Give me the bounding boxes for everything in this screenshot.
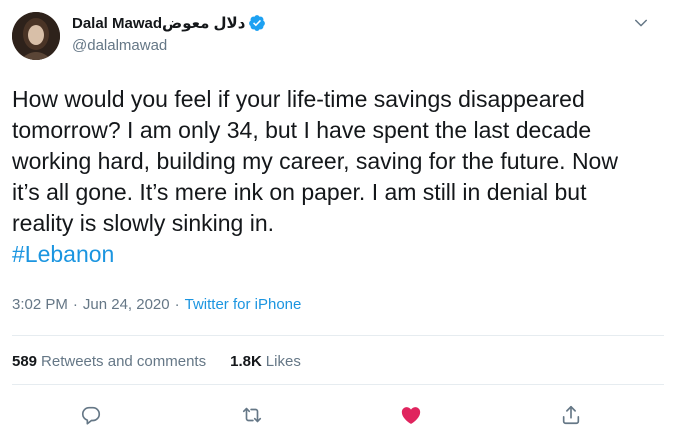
action-bar xyxy=(0,400,674,432)
likes-stat[interactable]: 1.8K Likes xyxy=(230,353,301,370)
share-icon[interactable] xyxy=(560,404,582,426)
retweets-count: 589 xyxy=(12,353,38,370)
heart-icon[interactable] xyxy=(400,404,422,426)
retweets-stat[interactable]: 589 Retweets and comments xyxy=(12,353,206,370)
retweet-icon[interactable] xyxy=(241,404,263,426)
tweet-body: How would you feel if your life-time sav… xyxy=(12,86,618,236)
divider xyxy=(12,335,664,336)
likes-count: 1.8K xyxy=(230,353,262,370)
tweet-time[interactable]: 3:02 PM xyxy=(12,296,68,313)
author-display-name[interactable]: Dalal Mawadدلال معوض xyxy=(72,14,245,32)
hashtag-link[interactable]: #Lebanon xyxy=(12,241,114,267)
author-name-row: Dalal Mawadدلال معوض xyxy=(72,13,266,33)
tweet-text: How would you feel if your life-time sav… xyxy=(12,84,652,270)
tweet-metadata: 3:02 PM · Jun 24, 2020 · Twitter for iPh… xyxy=(12,296,301,313)
tweet-card: Dalal Mawadدلال معوض @dalalmawad How wou… xyxy=(0,0,674,444)
divider xyxy=(12,384,664,385)
tweet-date[interactable]: Jun 24, 2020 xyxy=(83,296,170,313)
verified-badge-icon xyxy=(248,14,266,32)
separator: · xyxy=(72,296,78,313)
profile-photo-icon xyxy=(12,12,60,60)
likes-label: Likes xyxy=(265,353,301,370)
tweet-source-link[interactable]: Twitter for iPhone xyxy=(185,296,302,313)
separator: · xyxy=(174,296,180,313)
author-handle[interactable]: @dalalmawad xyxy=(72,37,167,54)
retweets-label: Retweets and comments xyxy=(41,353,207,370)
avatar[interactable] xyxy=(12,12,60,60)
chevron-down-icon[interactable] xyxy=(632,14,650,32)
reply-icon[interactable] xyxy=(80,404,102,426)
tweet-stats: 589 Retweets and comments 1.8K Likes xyxy=(12,353,301,370)
